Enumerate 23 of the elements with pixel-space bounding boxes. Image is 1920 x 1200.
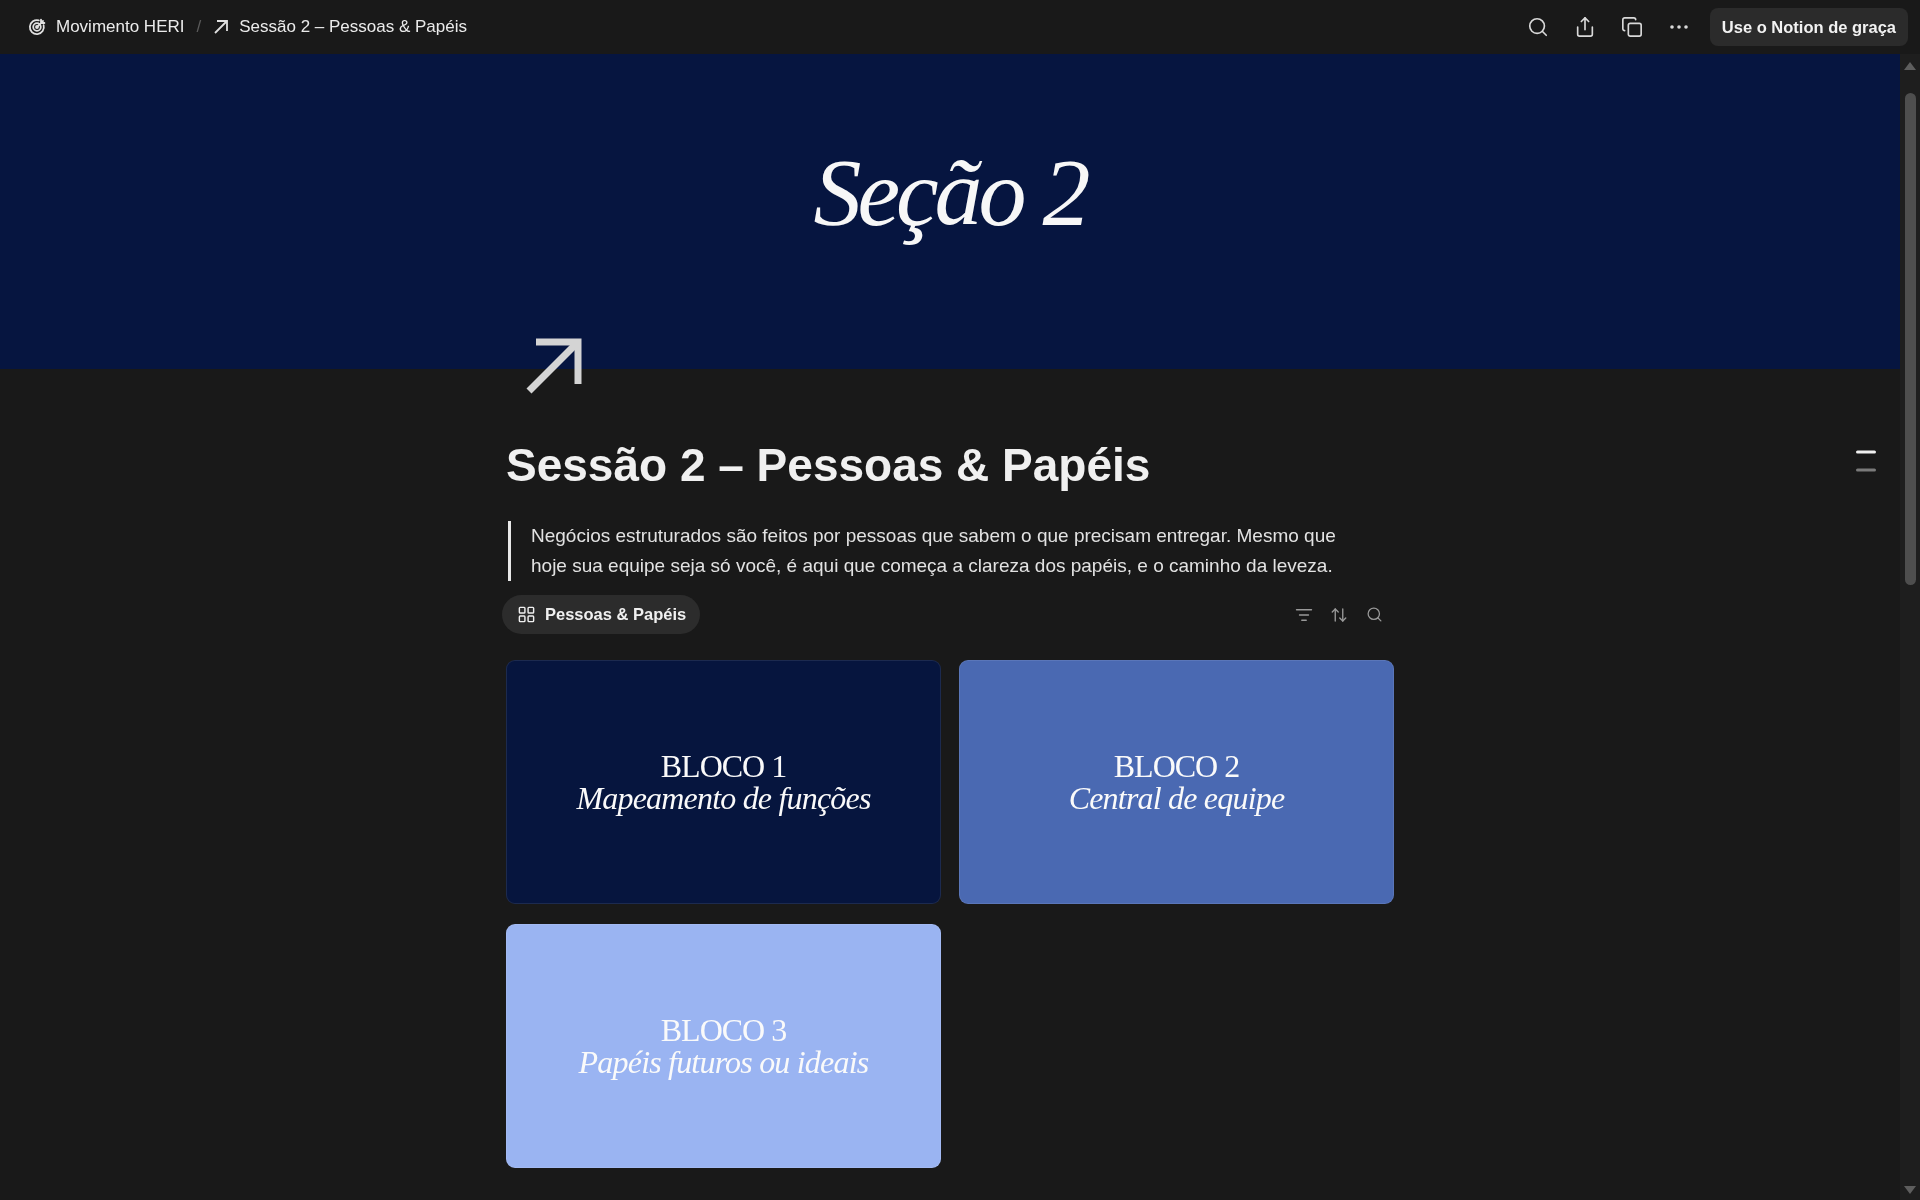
page-title: Sessão 2 – Pessoas & Papéis	[506, 438, 1152, 493]
triangle-down-icon[interactable]	[1904, 1186, 1916, 1194]
gallery-card[interactable]: BLOCO 2 Central de equipe	[959, 660, 1394, 905]
triangle-up-icon[interactable]	[1904, 62, 1916, 70]
sort-icon	[1330, 605, 1348, 624]
cover-title: Seção 2	[813, 143, 1087, 244]
quote-block: Negócios estruturados são feitos por pessoas que sabem o que precisam entregar. Mesmo que hoje sua equipe seja só você, é aqui que começa a clareza dos papéis, e o caminho da leveza.	[508, 521, 1353, 582]
more-icon	[1669, 25, 1688, 29]
search-icon	[1365, 606, 1383, 624]
cta-button[interactable]: Use o Notion de graça	[1709, 8, 1908, 46]
search-icon	[1526, 16, 1549, 38]
scrollbar-thumb[interactable]	[1904, 93, 1916, 585]
breadcrumb-link[interactable]: Movimento HERI	[24, 15, 189, 39]
target-icon	[28, 18, 46, 36]
breadcrumb-link[interactable]: Sessão 2 – Pessoas & Papéis	[209, 15, 471, 39]
breadcrumb-separator: /	[196, 17, 202, 37]
view-tab[interactable]: Pessoas & Papéis	[502, 595, 701, 635]
lines-icon[interactable]	[1856, 450, 1876, 472]
gallery-card[interactable]: BLOCO 1 Mapeamento de funções	[506, 660, 941, 905]
scrollbar[interactable]	[1900, 54, 1920, 1200]
arrow-icon	[213, 19, 230, 35]
copy-icon	[1620, 16, 1643, 38]
grid-icon	[517, 605, 536, 625]
